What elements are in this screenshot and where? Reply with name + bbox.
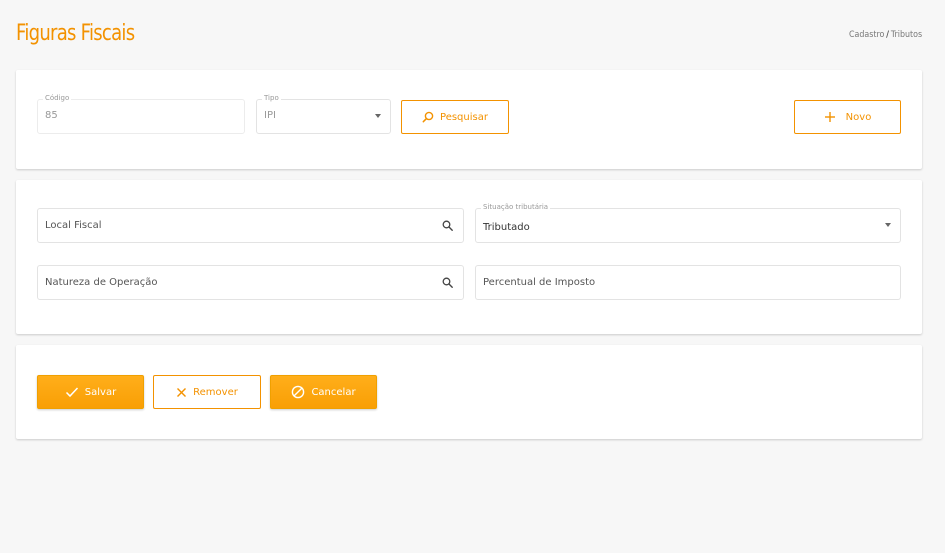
breadcrumb-separator: / <box>886 30 889 40</box>
tipo-select[interactable]: Tipo IPI <box>256 94 391 134</box>
codigo-value: 85 <box>45 110 58 121</box>
percentual-imposto-field[interactable]: Percentual de Imposto <box>475 265 901 300</box>
pesquisar-button[interactable]: Pesquisar <box>401 100 509 134</box>
chevron-down-icon <box>885 223 891 227</box>
remover-label: Remover <box>193 386 238 398</box>
search-icon[interactable] <box>442 277 453 288</box>
plus-icon <box>824 112 835 122</box>
cancel-icon <box>292 385 305 399</box>
novo-label: Novo <box>845 111 872 123</box>
search-card: Código 85 Tipo IPI Pesquisar Novo <box>16 70 922 169</box>
search-icon <box>422 111 434 123</box>
natureza-operacao-field[interactable]: Natureza de Operação <box>37 265 464 300</box>
form-card: Local Fiscal Situação tributária Tributa… <box>16 180 922 334</box>
actions-card: Salvar Remover Cancelar <box>16 345 922 439</box>
codigo-label: Código <box>43 94 72 102</box>
percentual-imposto-placeholder: Percentual de Imposto <box>483 277 596 288</box>
cancelar-label: Cancelar <box>311 386 356 398</box>
page-title: Figuras Fiscais <box>16 21 135 46</box>
breadcrumb: Cadastro / Tributos <box>849 30 922 40</box>
cancelar-button[interactable]: Cancelar <box>270 375 377 409</box>
search-icon[interactable] <box>442 220 453 231</box>
situacao-tributaria-value: Tributado <box>483 222 530 233</box>
check-icon <box>65 387 78 398</box>
tipo-label: Tipo <box>262 94 281 102</box>
salvar-label: Salvar <box>84 386 117 398</box>
tipo-value: IPI <box>264 110 276 121</box>
breadcrumb-parent[interactable]: Cadastro <box>849 30 884 40</box>
remover-button[interactable]: Remover <box>153 375 261 409</box>
situacao-tributaria-label: Situação tributária <box>481 203 551 211</box>
close-icon <box>177 387 187 397</box>
chevron-down-icon <box>375 114 381 118</box>
natureza-operacao-placeholder: Natureza de Operação <box>45 277 158 288</box>
local-fiscal-field[interactable]: Local Fiscal <box>37 208 464 243</box>
local-fiscal-placeholder: Local Fiscal <box>45 220 102 231</box>
salvar-button[interactable]: Salvar <box>37 375 144 409</box>
breadcrumb-current: Tributos <box>890 30 922 40</box>
situacao-tributaria-select[interactable]: Situação tributária Tributado <box>475 203 901 243</box>
novo-button[interactable]: Novo <box>794 100 901 134</box>
pesquisar-label: Pesquisar <box>440 111 488 123</box>
codigo-field[interactable]: Código 85 <box>37 94 245 134</box>
